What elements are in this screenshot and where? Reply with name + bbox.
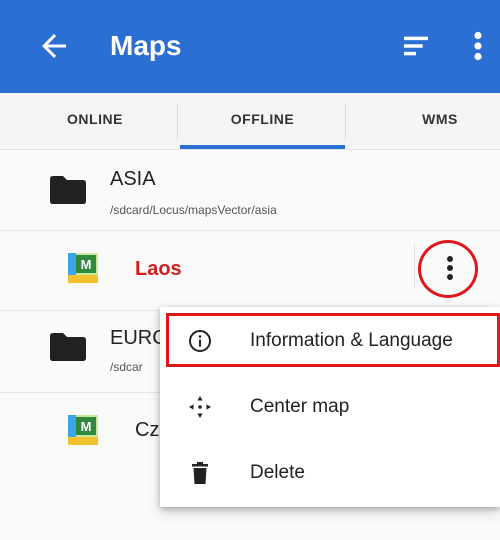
tab-divider	[177, 103, 178, 139]
vector-map-icon: M	[68, 253, 98, 283]
tab-online[interactable]: ONLINE	[40, 93, 150, 149]
menu-item-information[interactable]: Information & Language	[160, 309, 500, 373]
item-context-menu: Information & Language Center map Delete	[160, 307, 500, 507]
page-title: Maps	[110, 30, 182, 61]
vector-map-icon: M	[68, 415, 98, 445]
back-arrow-icon[interactable]	[36, 28, 72, 64]
highlight-circle	[418, 240, 478, 298]
sort-icon[interactable]	[400, 30, 432, 62]
folder-path: /sdcar	[110, 360, 143, 374]
item-divider	[414, 244, 415, 288]
folder-name: ASIA	[110, 168, 156, 190]
menu-item-label: Center map	[250, 396, 350, 417]
map-name: Cz	[135, 419, 160, 441]
tab-offline[interactable]: OFFLINE	[180, 93, 345, 149]
tab-wms[interactable]: WMS	[400, 93, 480, 149]
tab-divider	[345, 103, 346, 139]
menu-item-delete[interactable]: Delete	[160, 441, 500, 505]
app-bar: Maps	[0, 0, 500, 93]
menu-item-label: Delete	[250, 462, 305, 483]
trash-icon	[192, 462, 208, 484]
highlight-box	[166, 313, 500, 367]
more-vert-icon[interactable]	[470, 28, 486, 64]
map-name: Laos	[135, 258, 182, 280]
active-tab-indicator	[180, 145, 345, 149]
center-focus-icon	[189, 396, 211, 418]
folder-path: /sdcard/Locus/mapsVector/asia	[110, 203, 277, 217]
svg-text:M: M	[81, 419, 92, 434]
tab-bar: ONLINE OFFLINE WMS	[0, 93, 500, 150]
folder-icon	[50, 176, 86, 204]
svg-text:M: M	[81, 257, 92, 272]
menu-item-center-map[interactable]: Center map	[160, 375, 500, 439]
folder-name: EURC	[110, 327, 167, 349]
folder-row-asia[interactable]: ASIA /sdcard/Locus/mapsVector/asia	[0, 150, 500, 230]
folder-icon	[50, 333, 86, 361]
